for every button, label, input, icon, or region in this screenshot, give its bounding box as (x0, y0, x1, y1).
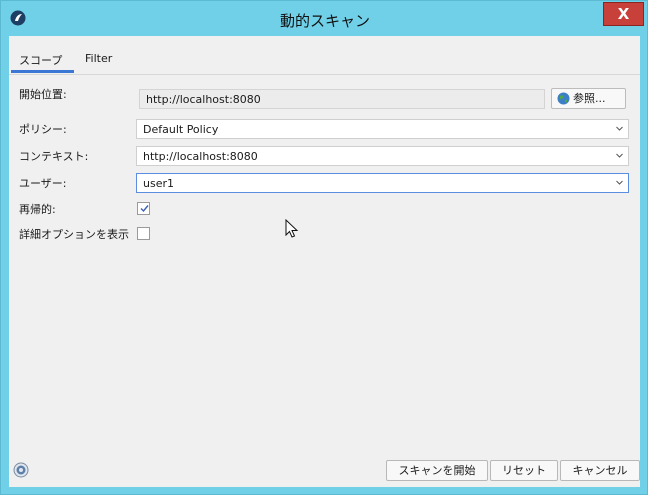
policy-select[interactable]: Default Policy (136, 119, 629, 139)
active-tab-indicator (11, 70, 74, 73)
chevron-down-icon (616, 180, 623, 185)
policy-value: Default Policy (143, 123, 219, 136)
dialog-body: スコープ Filter 開始位置: http://localhost:8080 … (9, 36, 640, 487)
context-select[interactable]: http://localhost:8080 (136, 146, 629, 166)
title-bar[interactable]: 動的スキャン X (1, 1, 648, 36)
chevron-down-icon (616, 126, 623, 131)
dynamic-scan-dialog: 動的スキャン X スコープ Filter 開始位置: http://localh… (0, 0, 648, 495)
recursive-label: 再帰的: (19, 203, 56, 216)
start-scan-button[interactable]: スキャンを開始 (386, 460, 488, 481)
close-button[interactable]: X (603, 2, 644, 26)
cancel-button[interactable]: キャンセル (560, 460, 640, 481)
reset-button[interactable]: リセット (490, 460, 558, 481)
browse-button-label: 参照... (573, 92, 606, 105)
start-location-label: 開始位置: (19, 88, 67, 101)
start-location-field: http://localhost:8080 (139, 89, 545, 109)
mouse-cursor-icon (285, 219, 299, 238)
tab-filter[interactable]: Filter (85, 52, 112, 72)
context-value: http://localhost:8080 (143, 150, 258, 163)
recursive-checkbox[interactable] (137, 202, 150, 215)
policy-label: ポリシー: (19, 123, 67, 136)
checkmark-icon (140, 205, 149, 213)
help-icon[interactable] (13, 462, 29, 478)
chevron-down-icon (616, 153, 623, 158)
tab-scope[interactable]: スコープ (19, 52, 62, 72)
tab-bar: スコープ Filter (9, 44, 640, 75)
show-advanced-label: 詳細オプションを表示 (19, 228, 129, 241)
window-title: 動的スキャン (279, 12, 370, 30)
globe-icon (557, 92, 570, 105)
user-select[interactable]: user1 (136, 173, 629, 193)
browse-button[interactable]: 参照... (551, 88, 626, 109)
user-value: user1 (143, 177, 174, 190)
user-label: ユーザー: (19, 177, 67, 190)
context-label: コンテキスト: (19, 150, 89, 163)
show-advanced-checkbox[interactable] (137, 227, 150, 240)
